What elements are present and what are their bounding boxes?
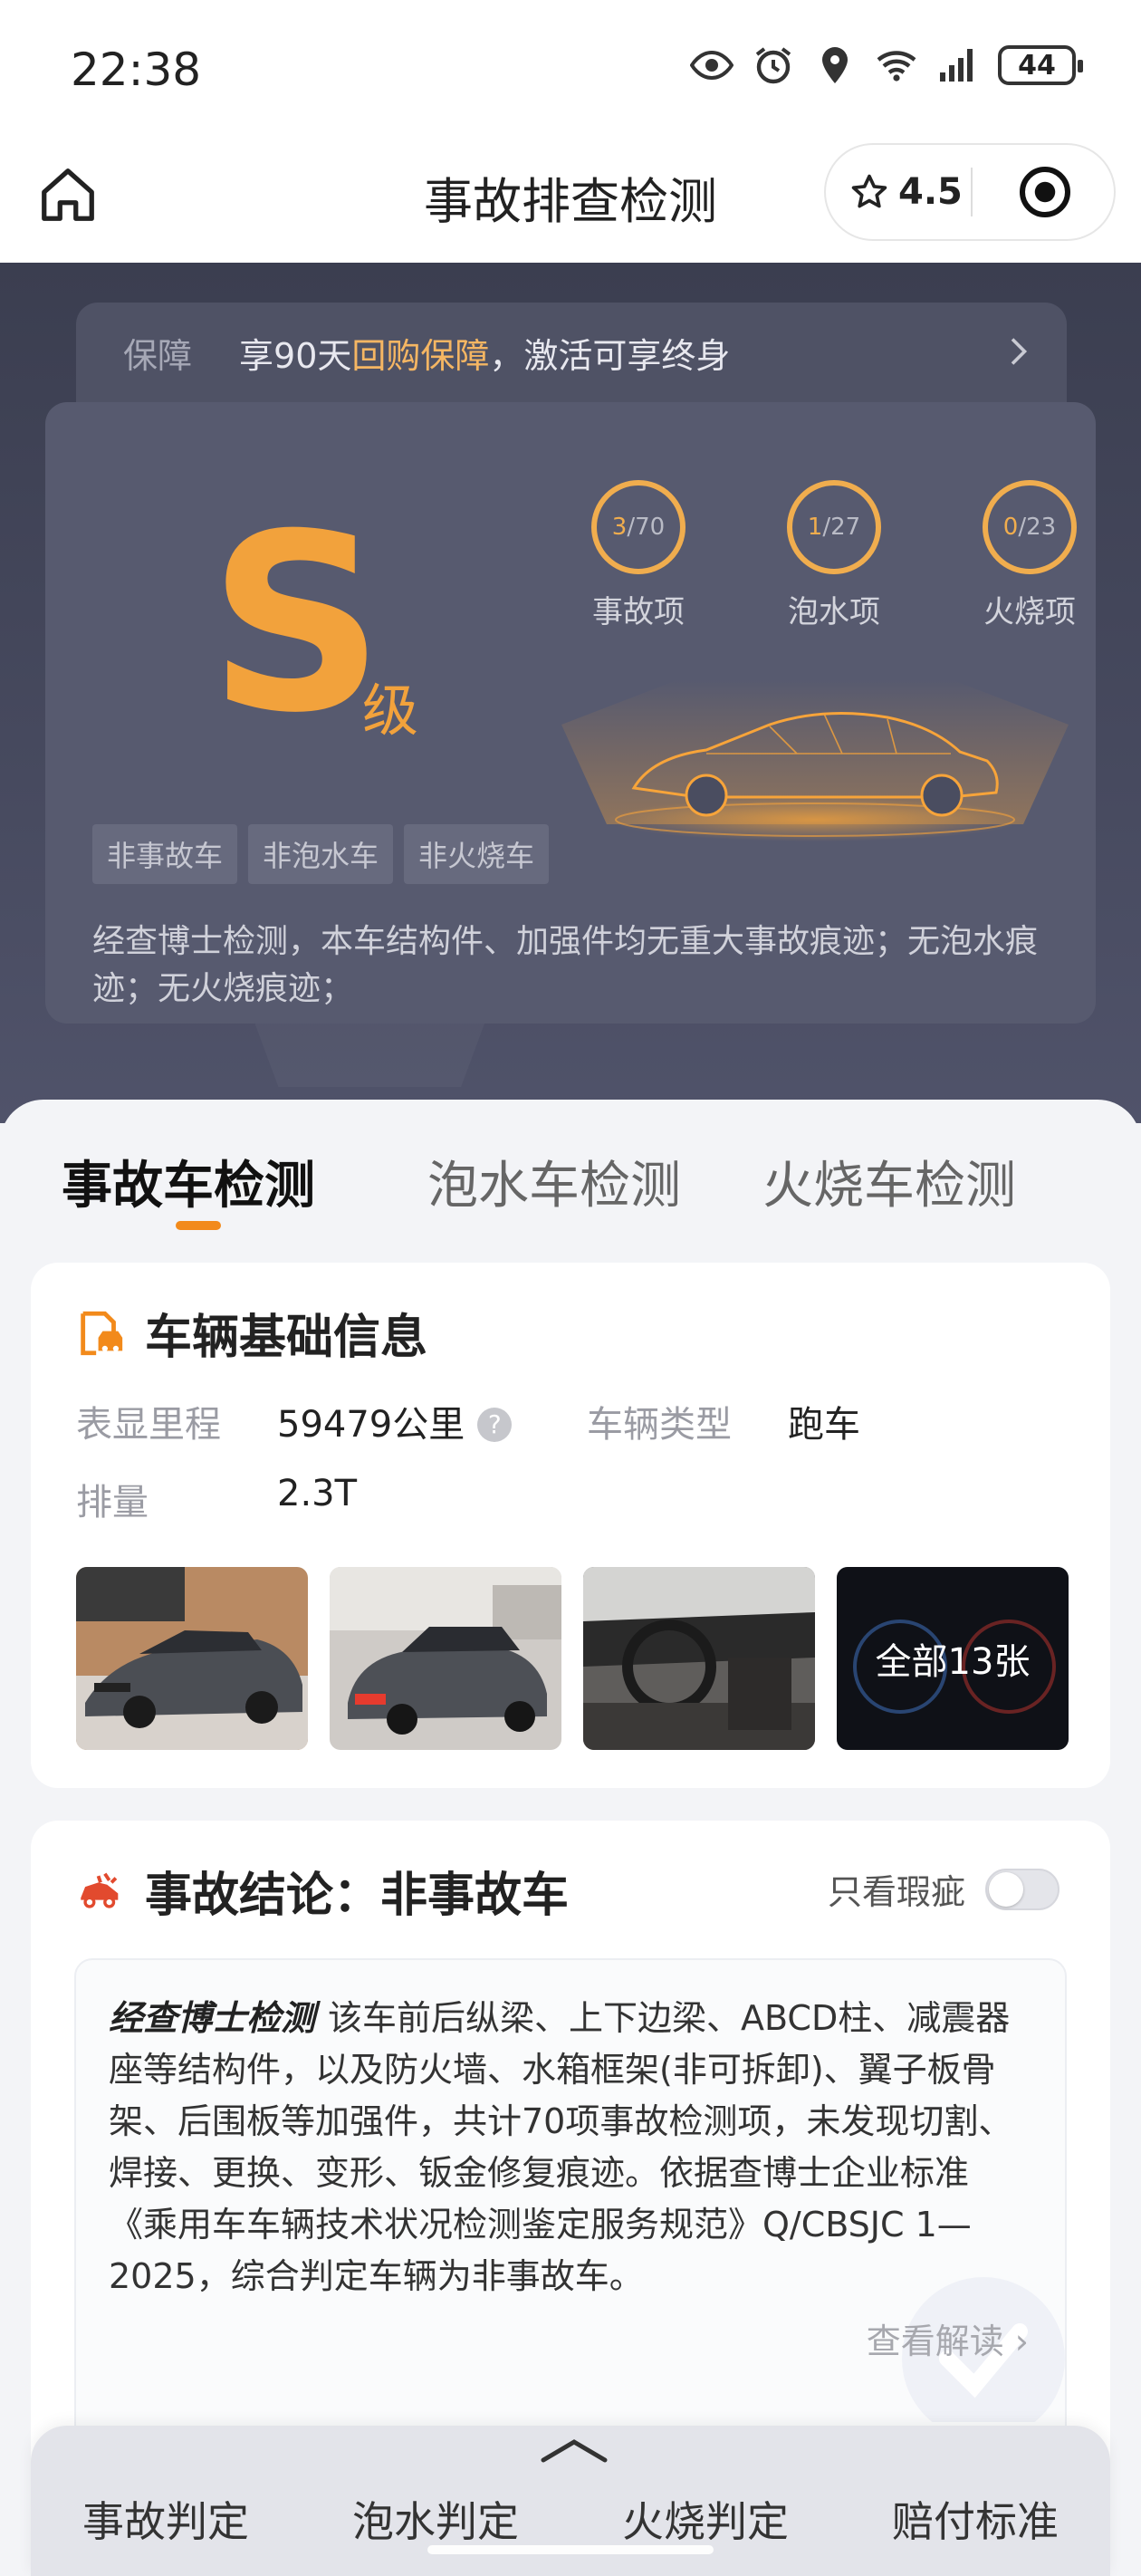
chevron-up-icon[interactable] bbox=[538, 2433, 610, 2469]
grade-hero: V 保障 享90天 回购保障 ，激活可享终身 S 级 3/70 事故项 1/27… bbox=[0, 263, 1141, 1123]
view-interpretation-link[interactable]: 查看解读 › bbox=[867, 2313, 1029, 2363]
chevron-right-icon bbox=[1011, 338, 1028, 365]
photo-thumbnail[interactable] bbox=[76, 1567, 308, 1750]
mini-program-capsule: 4.5 bbox=[824, 143, 1116, 241]
tag-non-flood: 非泡水车 bbox=[248, 824, 394, 884]
report-sheet: 事故车检测 泡水车检测 火烧车检测 车辆基础信息 表显里程 59479公里? 车… bbox=[0, 1100, 1141, 2576]
ring-accident-total: /70 bbox=[627, 514, 666, 541]
ring-accident-done: 3 bbox=[611, 514, 628, 541]
car-crash-icon bbox=[81, 1872, 119, 1908]
defects-only-filter[interactable]: 只看瑕疵 bbox=[828, 1864, 1060, 1914]
ring-accident: 3/70 事故项 bbox=[580, 480, 697, 631]
capsule-divider bbox=[971, 168, 973, 216]
ring-fire-label: 火烧项 bbox=[983, 594, 1076, 630]
star-icon bbox=[851, 174, 887, 208]
status-bar: 22:38 44 bbox=[0, 0, 1141, 136]
conclusion-header: 事故结论：非事故车 bbox=[74, 1857, 569, 1925]
rating-value: 4.5 bbox=[898, 171, 963, 213]
nav-accident-verdict[interactable]: 事故判定 bbox=[82, 2489, 249, 2549]
photo-thumbnail[interactable] bbox=[330, 1567, 561, 1750]
car-document-icon bbox=[81, 1311, 123, 1355]
nav-fire-verdict[interactable]: 火烧判定 bbox=[622, 2489, 789, 2549]
ring-accident-count: 3/70 bbox=[591, 480, 686, 574]
basic-info-card: 车辆基础信息 表显里程 59479公里? 车辆类型 跑车 排量 2.3T 全部1… bbox=[31, 1263, 1110, 1788]
tab-accident[interactable]: 事故车检测 bbox=[62, 1145, 315, 1218]
tab-fire[interactable]: 火烧车检测 bbox=[762, 1145, 1016, 1218]
grade-suffix: 级 bbox=[362, 678, 419, 744]
ring-fire-total: /23 bbox=[1018, 514, 1057, 541]
location-icon bbox=[822, 47, 848, 83]
grade-tags: 非事故车 非泡水车 非火烧车 bbox=[92, 824, 550, 884]
type-row: 车辆类型 bbox=[587, 1395, 732, 1447]
guarantee-text-before: 享90天 bbox=[239, 335, 352, 376]
displacement-value-row: 2.3T bbox=[277, 1473, 357, 1514]
car-wireframe-illustration bbox=[561, 679, 1069, 841]
ring-flood-count: 1/27 bbox=[787, 480, 881, 574]
tag-non-fire: 非火烧车 bbox=[404, 824, 550, 884]
title-bar: 事故排查检测 4.5 bbox=[0, 136, 1141, 263]
conclusion-title: 事故结论：非事故车 bbox=[145, 1869, 570, 1923]
mileage-row: 表显里程 bbox=[76, 1395, 221, 1447]
help-icon[interactable]: ? bbox=[477, 1408, 513, 1442]
photo-thumbnail-all[interactable]: 全部13张 bbox=[837, 1567, 1069, 1750]
check-rings: 3/70 事故项 1/27 泡水项 0/23 火烧项 bbox=[580, 480, 1088, 631]
ring-accident-label: 事故项 bbox=[592, 594, 685, 630]
conclusion-text: 该车前后纵梁、上下边梁、ABCD柱、减震器座等结构件，以及防火墙、水箱框架(非可… bbox=[109, 1998, 1013, 2296]
basic-info-title: 车辆基础信息 bbox=[145, 1311, 428, 1365]
ring-fire: 0/23 火烧项 bbox=[971, 480, 1088, 631]
guarantee-label: 保障 bbox=[123, 335, 193, 376]
grade-card: S 级 3/70 事故项 1/27 泡水项 0/23 火烧项 非事故车 非泡水车… bbox=[45, 402, 1096, 1024]
grade-description: 经查博士检测，本车结构件、加强件均无重大事故痕迹；无泡水痕迹；无火烧痕迹； bbox=[92, 923, 1039, 1007]
status-time: 22:38 bbox=[71, 43, 202, 96]
signal-icon bbox=[940, 49, 973, 82]
tag-non-accident: 非事故车 bbox=[92, 824, 238, 884]
basic-info-header: 车辆基础信息 bbox=[74, 1299, 427, 1367]
mileage-value: 59479公里 bbox=[277, 1404, 465, 1446]
grade-letter: S bbox=[208, 481, 385, 766]
guarantee-highlight: 回购保障 bbox=[351, 335, 490, 376]
ring-flood-total: /27 bbox=[822, 514, 861, 541]
all-photos-label: 全部13张 bbox=[837, 1567, 1069, 1750]
displacement-label: 排量 bbox=[76, 1482, 149, 1523]
eye-icon bbox=[690, 50, 734, 81]
vehicle-photos: 全部13张 bbox=[76, 1567, 1069, 1750]
bottom-nav-items: 事故判定 泡水判定 火烧判定 赔付标准 bbox=[31, 2489, 1110, 2549]
ring-fire-count: 0/23 bbox=[983, 480, 1077, 574]
type-label: 车辆类型 bbox=[587, 1404, 732, 1446]
tab-active-indicator bbox=[176, 1221, 221, 1230]
view-interpretation-label: 查看解读 bbox=[866, 2321, 1004, 2361]
ring-fire-done: 0 bbox=[1002, 514, 1019, 541]
ring-flood: 1/27 泡水项 bbox=[775, 480, 893, 631]
tab-flood[interactable]: 泡水车检测 bbox=[427, 1145, 681, 1218]
mileage-value-row: 59479公里? bbox=[277, 1395, 513, 1447]
conclusion-body: 经查博士检测 该车前后纵梁、上下边梁、ABCD柱、减震器座等结构件，以及防火墙、水… bbox=[109, 1993, 1032, 2302]
ring-flood-label: 泡水项 bbox=[788, 594, 880, 630]
close-target-icon[interactable] bbox=[1018, 165, 1072, 219]
type-value: 跑车 bbox=[788, 1404, 860, 1446]
alarm-icon bbox=[755, 47, 791, 84]
guarantee-text-after: ，激活可享终身 bbox=[489, 335, 731, 376]
defects-only-label: 只看瑕疵 bbox=[827, 1872, 965, 1912]
photo-thumbnail[interactable] bbox=[583, 1567, 815, 1750]
type-value-row: 跑车 bbox=[788, 1395, 860, 1447]
mileage-label: 表显里程 bbox=[76, 1404, 221, 1446]
ring-flood-done: 1 bbox=[807, 514, 823, 541]
rating-button[interactable]: 4.5 bbox=[826, 171, 971, 213]
defects-only-toggle[interactable] bbox=[985, 1868, 1060, 1910]
wifi-icon bbox=[877, 51, 916, 82]
detection-tabs: 事故车检测 泡水车检测 火烧车检测 bbox=[0, 1100, 1141, 1235]
nav-flood-verdict[interactable]: 泡水判定 bbox=[352, 2489, 519, 2549]
nav-compensation-standard[interactable]: 赔付标准 bbox=[892, 2489, 1059, 2549]
battery-indicator: 44 bbox=[998, 45, 1083, 85]
displacement-row: 排量 bbox=[76, 1473, 149, 1525]
home-indicator bbox=[427, 2545, 714, 2554]
status-icons: 44 bbox=[690, 43, 1083, 87]
brand-mark: 经查博士检测 bbox=[109, 1998, 316, 2038]
guarantee-banner[interactable]: 保障 享90天 回购保障 ，激活可享终身 bbox=[76, 303, 1067, 402]
displacement-value: 2.3T bbox=[277, 1473, 358, 1514]
